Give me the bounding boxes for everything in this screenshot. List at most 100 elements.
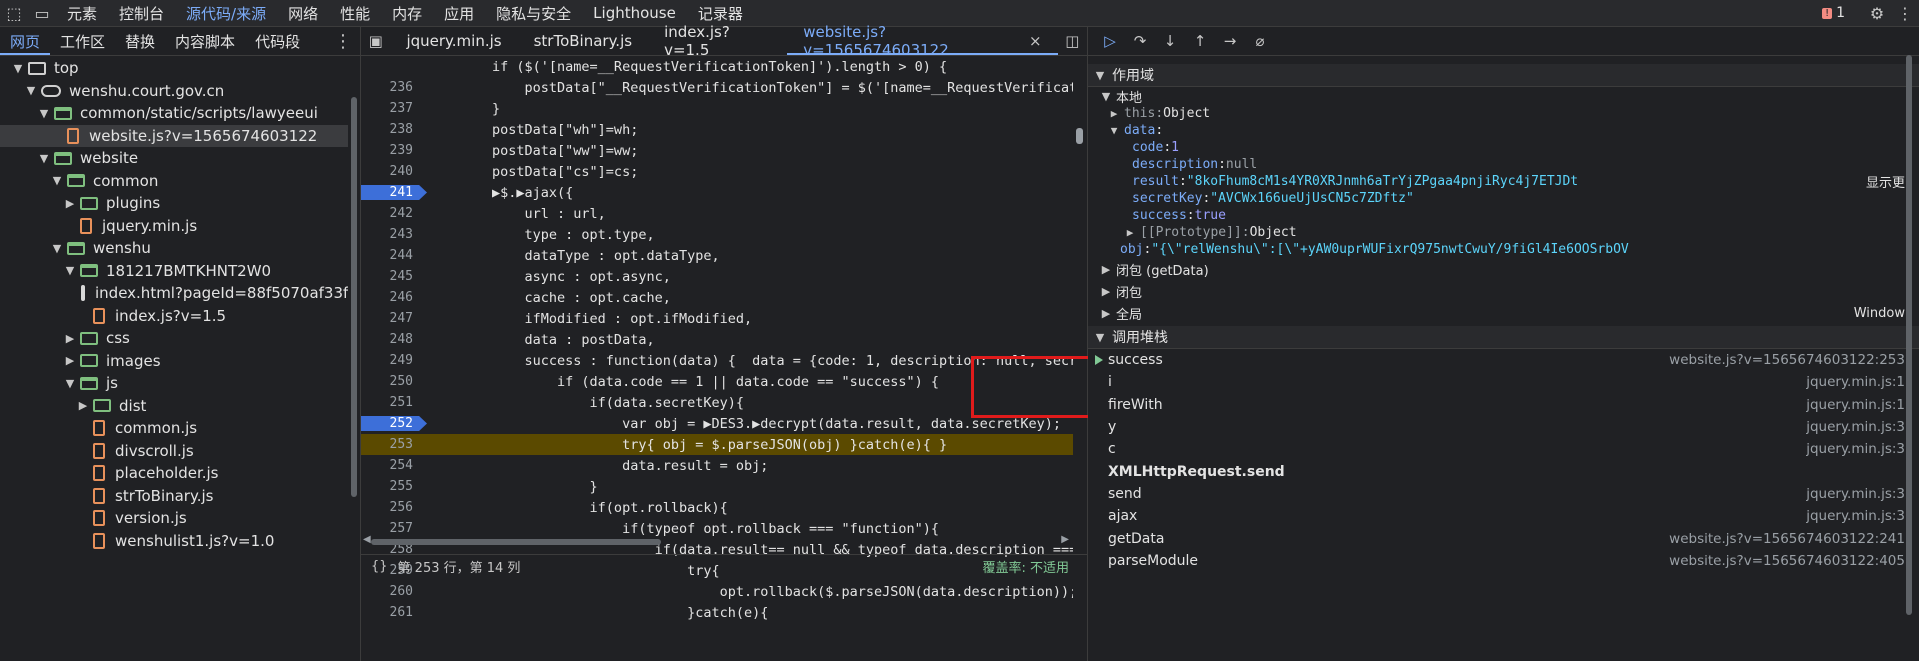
code-line[interactable]: 250 if (data.code == 1 || data.code == "… bbox=[361, 371, 1073, 392]
coverage-status[interactable]: 覆盖率: 不适用 bbox=[982, 557, 1069, 576]
callstack-frame[interactable]: getData website.js?v=1565674603122:241 bbox=[1088, 527, 1919, 549]
code-line[interactable]: 249 success : function(data) { data = {c… bbox=[361, 350, 1073, 371]
tree-item[interactable]: ▶ css bbox=[0, 327, 348, 350]
code-line[interactable]: 246 cache : opt.cache, bbox=[361, 287, 1073, 308]
tree-item[interactable]: ▼ 181217BMTKHNT2W0 bbox=[0, 260, 348, 283]
panel-tab[interactable]: 控制台 bbox=[108, 0, 175, 26]
expanded-arrow-icon[interactable]: ▼ bbox=[64, 377, 76, 390]
breakpoint-line-number[interactable]: 241 bbox=[361, 185, 427, 200]
panel-tab[interactable]: 元素 bbox=[56, 0, 108, 26]
code-line[interactable]: 257 if(typeof opt.rollback === "function… bbox=[361, 518, 1073, 539]
tree-item[interactable]: index.html?pageId=88f5070af33f0e… bbox=[0, 282, 348, 305]
data-prototype-row[interactable]: ▶ [[Prototype]]: Object bbox=[1100, 224, 1919, 241]
navigator-tab[interactable]: 内容脚本 bbox=[165, 27, 245, 55]
tree-item[interactable]: ▶ dist bbox=[0, 395, 348, 418]
device-toolbar-icon[interactable]: ▭ bbox=[28, 0, 56, 26]
scope-obj-row[interactable]: obj: "{\"relWenshu\":[\"+yAW0uprWUFixrQ9… bbox=[1100, 241, 1919, 258]
callstack-frame[interactable]: parseModule website.js?v=1565674603122:40… bbox=[1088, 550, 1919, 572]
callstack-frame[interactable]: success website.js?v=1565674603122:253 bbox=[1088, 349, 1919, 371]
line-number[interactable]: 261 bbox=[361, 605, 427, 620]
editor-tab[interactable]: index.js?v=1.5 bbox=[648, 23, 787, 59]
scope-closure[interactable]: ▶ 闭包 bbox=[1100, 280, 1919, 302]
navigator-tab[interactable]: 替换 bbox=[115, 27, 165, 55]
tree-item[interactable]: ▼ common/static/scripts/lawyeeui bbox=[0, 102, 348, 125]
line-number[interactable]: 256 bbox=[361, 500, 427, 515]
line-number[interactable]: 237 bbox=[361, 101, 427, 116]
step-into-icon[interactable]: ↓ bbox=[1156, 28, 1184, 54]
line-number[interactable]: 246 bbox=[361, 290, 427, 305]
toggle-navigator-icon[interactable]: ▣ bbox=[361, 32, 390, 50]
navigator-scrollbar[interactable] bbox=[350, 57, 358, 657]
tree-item[interactable]: wenshulist1.js?v=1.0 bbox=[0, 530, 348, 553]
data-result-row[interactable]: result: "8koFhum8cM1s4YR0XRJnmh6aTrYjZPg… bbox=[1100, 173, 1919, 190]
close-tab-icon[interactable]: × bbox=[1029, 32, 1042, 50]
tree-item[interactable]: ▼ wenshu.court.gov.cn bbox=[0, 80, 348, 103]
code-line[interactable]: 242 url : url, bbox=[361, 203, 1073, 224]
expanded-arrow-icon[interactable]: ▼ bbox=[51, 174, 63, 187]
navigator-menu-icon[interactable]: ⋮ bbox=[334, 31, 352, 52]
data-success-row[interactable]: success: true bbox=[1100, 207, 1919, 224]
tree-item[interactable]: ▼ top bbox=[0, 57, 348, 80]
step-icon[interactable]: → bbox=[1216, 28, 1244, 54]
code-line[interactable]: 260 opt.rollback($.parseJSON(data.descri… bbox=[361, 581, 1073, 602]
paused-code-line[interactable]: 253 try{ obj = $.parseJSON(obj) }catch(e… bbox=[361, 434, 1073, 455]
data-code-row[interactable]: code: 1 bbox=[1100, 139, 1919, 156]
scope-local[interactable]: ▼ 本地 bbox=[1100, 87, 1919, 106]
code-line[interactable]: 240 postData["cs"]=cs; bbox=[361, 161, 1073, 182]
tree-item[interactable]: placeholder.js bbox=[0, 462, 348, 485]
line-number[interactable]: 250 bbox=[361, 374, 427, 389]
data-secretkey-row[interactable]: secretKey: "AVCWx166ueUjUsCN5c7ZDftz" bbox=[1100, 190, 1919, 207]
line-number[interactable]: 249 bbox=[361, 353, 427, 368]
callstack-frame[interactable]: c jquery.min.js:3 bbox=[1088, 438, 1919, 460]
line-number[interactable]: 239 bbox=[361, 143, 427, 158]
collapsed-arrow-icon[interactable]: ▶ bbox=[64, 354, 76, 367]
code-line[interactable]: 241 ▶$.▶ajax({ bbox=[361, 182, 1073, 203]
panel-tab[interactable]: 源代码/来源 bbox=[175, 0, 277, 26]
navigator-tab[interactable]: 网页 bbox=[0, 27, 50, 55]
debugger-scrollbar[interactable] bbox=[1904, 55, 1914, 655]
code-line[interactable]: 255 } bbox=[361, 476, 1073, 497]
settings-gear-icon[interactable]: ⚙ bbox=[1863, 0, 1891, 26]
scroll-left-icon[interactable]: ◀ bbox=[363, 534, 371, 545]
collapsed-arrow-icon[interactable]: ▶ bbox=[77, 399, 89, 412]
tree-item[interactable]: jquery.min.js bbox=[0, 215, 348, 238]
code-line[interactable]: 261 }catch(e){ bbox=[361, 602, 1073, 622]
tree-item[interactable]: website.js?v=1565674603122 bbox=[0, 124, 348, 147]
scope-this-row[interactable]: ▶ this: Object bbox=[1100, 105, 1919, 122]
code-line[interactable]: 251 if(data.secretKey){ bbox=[361, 392, 1073, 413]
tree-item[interactable]: common.js bbox=[0, 417, 348, 440]
expanded-arrow-icon[interactable]: ▼ bbox=[51, 242, 63, 255]
collapsed-arrow-icon[interactable]: ▶ bbox=[64, 332, 76, 345]
line-number[interactable]: 251 bbox=[361, 395, 427, 410]
line-number[interactable]: 255 bbox=[361, 479, 427, 494]
line-number[interactable]: 236 bbox=[361, 80, 427, 95]
deactivate-breakpoints-icon[interactable]: ⌀ bbox=[1246, 28, 1274, 54]
panel-tab[interactable]: 应用 bbox=[433, 0, 485, 26]
line-number[interactable]: 243 bbox=[361, 227, 427, 242]
expanded-arrow-icon[interactable]: ▼ bbox=[38, 152, 50, 165]
data-description-row[interactable]: description: null bbox=[1100, 156, 1919, 173]
tree-item[interactable]: ▶ images bbox=[0, 350, 348, 373]
resume-icon[interactable]: ▷ bbox=[1096, 28, 1124, 54]
code-line[interactable]: 243 type : opt.type, bbox=[361, 224, 1073, 245]
navigator-tab[interactable]: 代码段 bbox=[245, 27, 310, 55]
tree-item[interactable]: ▼ website bbox=[0, 147, 348, 170]
tree-item[interactable]: version.js bbox=[0, 507, 348, 530]
scroll-right-icon[interactable]: ▶ bbox=[1061, 534, 1069, 545]
expanded-arrow-icon[interactable]: ▼ bbox=[25, 84, 37, 97]
tree-item[interactable]: ▼ wenshu bbox=[0, 237, 348, 260]
callstack-frame[interactable]: ajax jquery.min.js:3 bbox=[1088, 505, 1919, 527]
expanded-arrow-icon[interactable]: ▼ bbox=[64, 264, 76, 277]
step-out-icon[interactable]: ↑ bbox=[1186, 28, 1214, 54]
tree-item[interactable]: ▶ plugins bbox=[0, 192, 348, 215]
callstack-frame[interactable]: y jquery.min.js:3 bbox=[1088, 416, 1919, 438]
editor-hscroll-thumb[interactable] bbox=[371, 539, 661, 545]
code-line[interactable]: 238 postData["wh"]=wh; bbox=[361, 119, 1073, 140]
editor-tab[interactable]: jquery.min.js bbox=[390, 27, 517, 55]
line-number[interactable]: 242 bbox=[361, 206, 427, 221]
pretty-print-icon[interactable]: {} bbox=[371, 559, 388, 574]
tree-item[interactable]: index.js?v=1.5 bbox=[0, 305, 348, 328]
more-options-icon[interactable]: ⋮ bbox=[1891, 0, 1919, 26]
scope-global[interactable]: ▶ 全局 Window bbox=[1100, 302, 1919, 324]
navigator-tab[interactable]: 工作区 bbox=[50, 27, 115, 55]
